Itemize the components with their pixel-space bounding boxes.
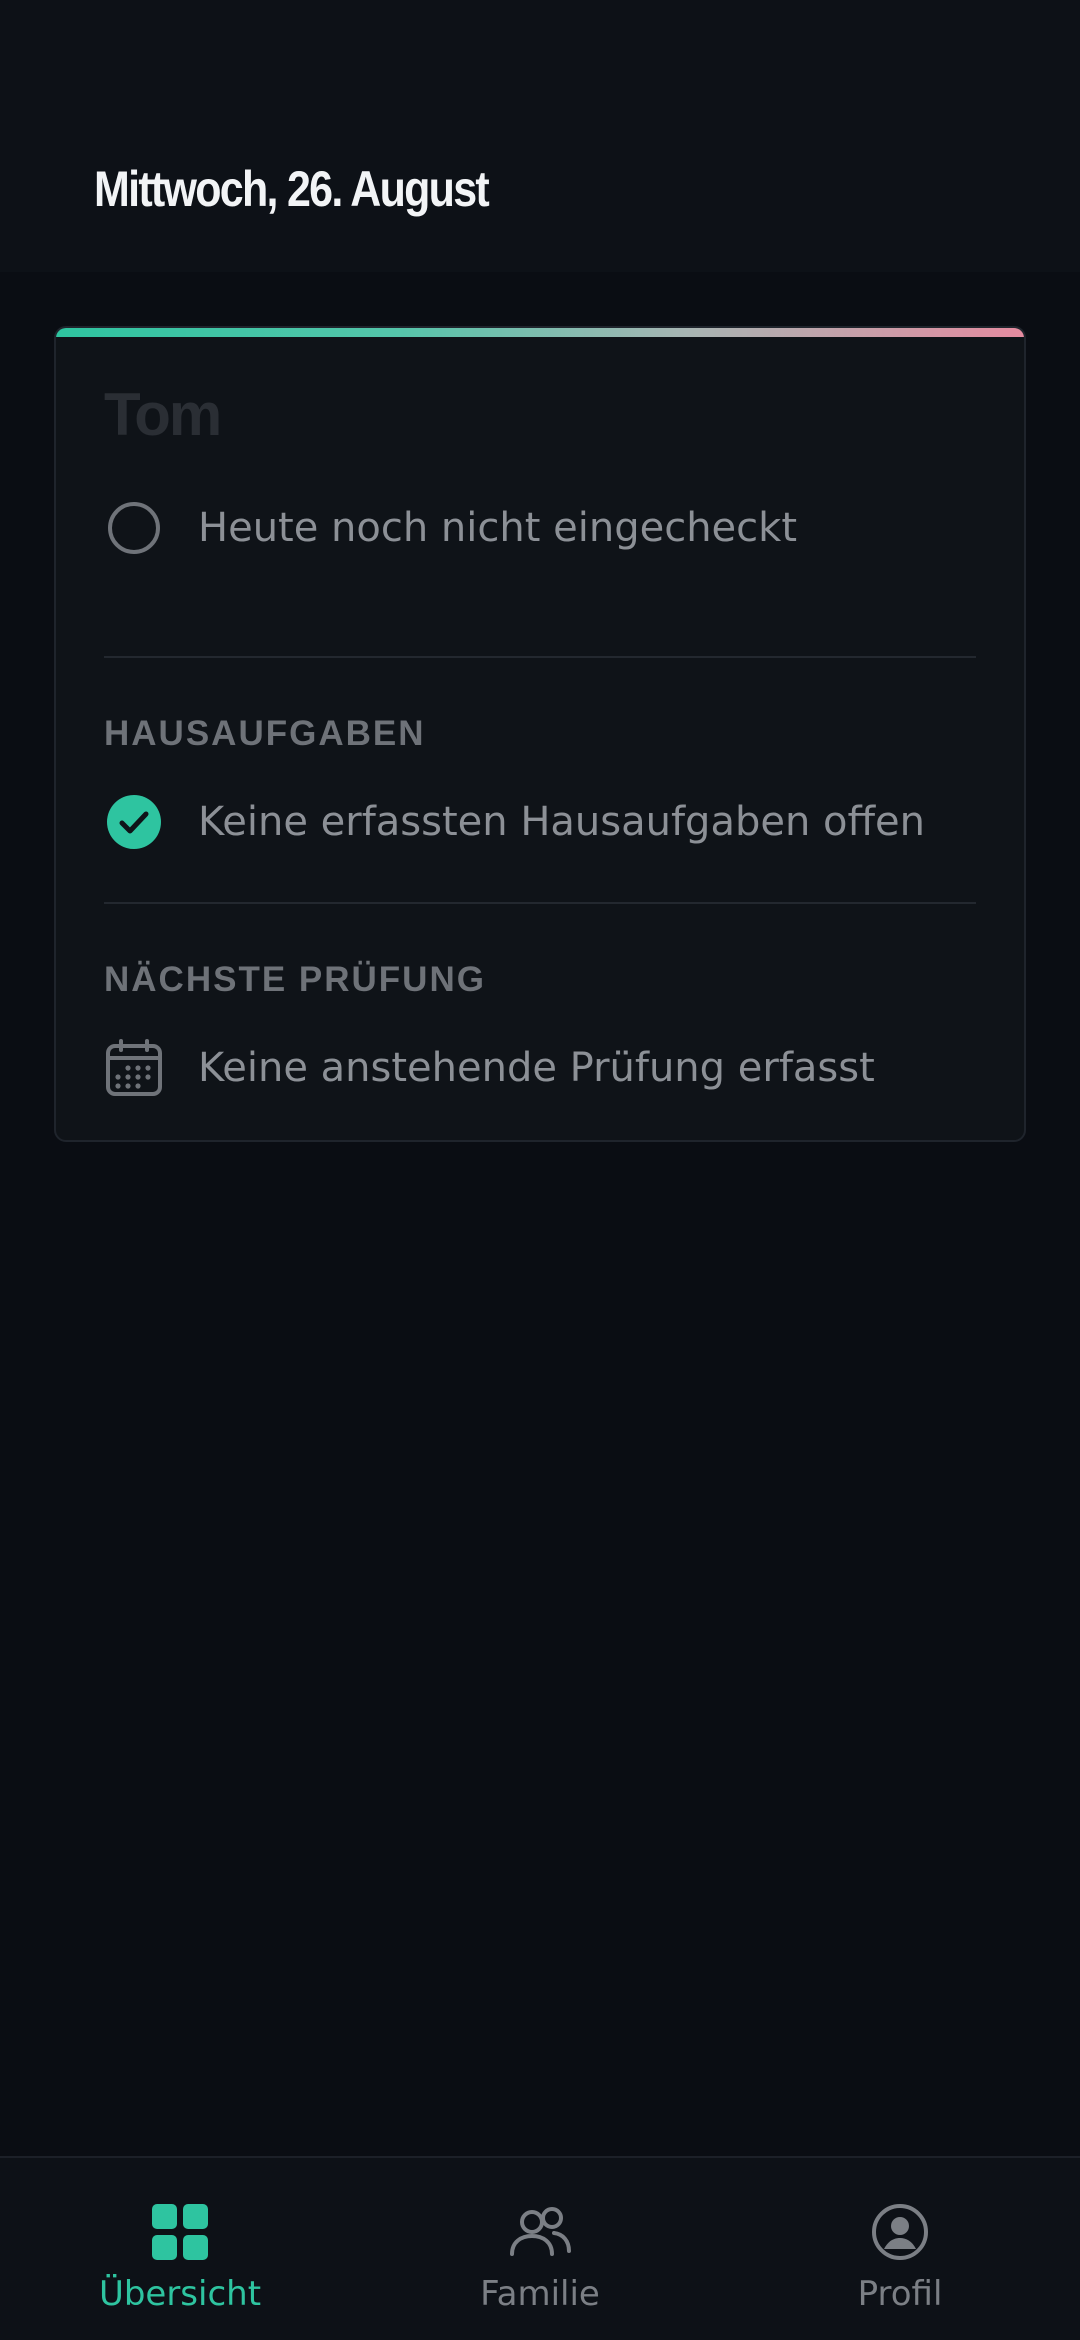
nav-tab-overview[interactable]: Übersicht bbox=[30, 2158, 330, 2340]
header: Mittwoch, 26. August bbox=[0, 0, 1080, 272]
homework-row[interactable]: Keine erfassten Hausaufgaben offen bbox=[104, 792, 925, 852]
exam-row[interactable]: Keine anstehende Prüfung erfasst bbox=[104, 1038, 875, 1098]
homework-status: Keine erfassten Hausaufgaben offen bbox=[198, 799, 926, 845]
bottom-nav: Übersicht Familie Profil bbox=[0, 2156, 1080, 2340]
nav-tab-family[interactable]: Familie bbox=[390, 2158, 690, 2340]
divider bbox=[104, 902, 976, 904]
profile-icon bbox=[868, 2200, 932, 2264]
card-accent-bar bbox=[56, 328, 1024, 337]
exam-label: NÄCHSTE PRÜFUNG bbox=[104, 960, 486, 999]
nav-tab-profile[interactable]: Profil bbox=[750, 2158, 1050, 2340]
calendar-icon bbox=[104, 1038, 164, 1098]
grid-icon bbox=[148, 2200, 212, 2264]
app-root: Mittwoch, 26. August Tom Heute noch nich… bbox=[0, 0, 1080, 2340]
nav-label-profile: Profil bbox=[857, 2274, 943, 2314]
child-name: Tom bbox=[104, 381, 222, 448]
nav-label-overview: Übersicht bbox=[98, 2274, 262, 2314]
page-title: Mittwoch, 26. August bbox=[94, 161, 490, 217]
nav-label-family: Familie bbox=[480, 2274, 600, 2314]
people-icon bbox=[508, 2200, 572, 2264]
empty-circle-icon bbox=[104, 498, 164, 558]
homework-label: HAUSAUFGABEN bbox=[104, 714, 426, 753]
divider bbox=[104, 656, 976, 658]
check-circle-icon bbox=[104, 792, 164, 852]
checkin-status: Heute noch nicht eingecheckt bbox=[198, 505, 798, 551]
exam-status: Keine anstehende Prüfung erfasst bbox=[198, 1045, 875, 1091]
checkin-row[interactable]: Heute noch nicht eingecheckt bbox=[104, 498, 797, 558]
